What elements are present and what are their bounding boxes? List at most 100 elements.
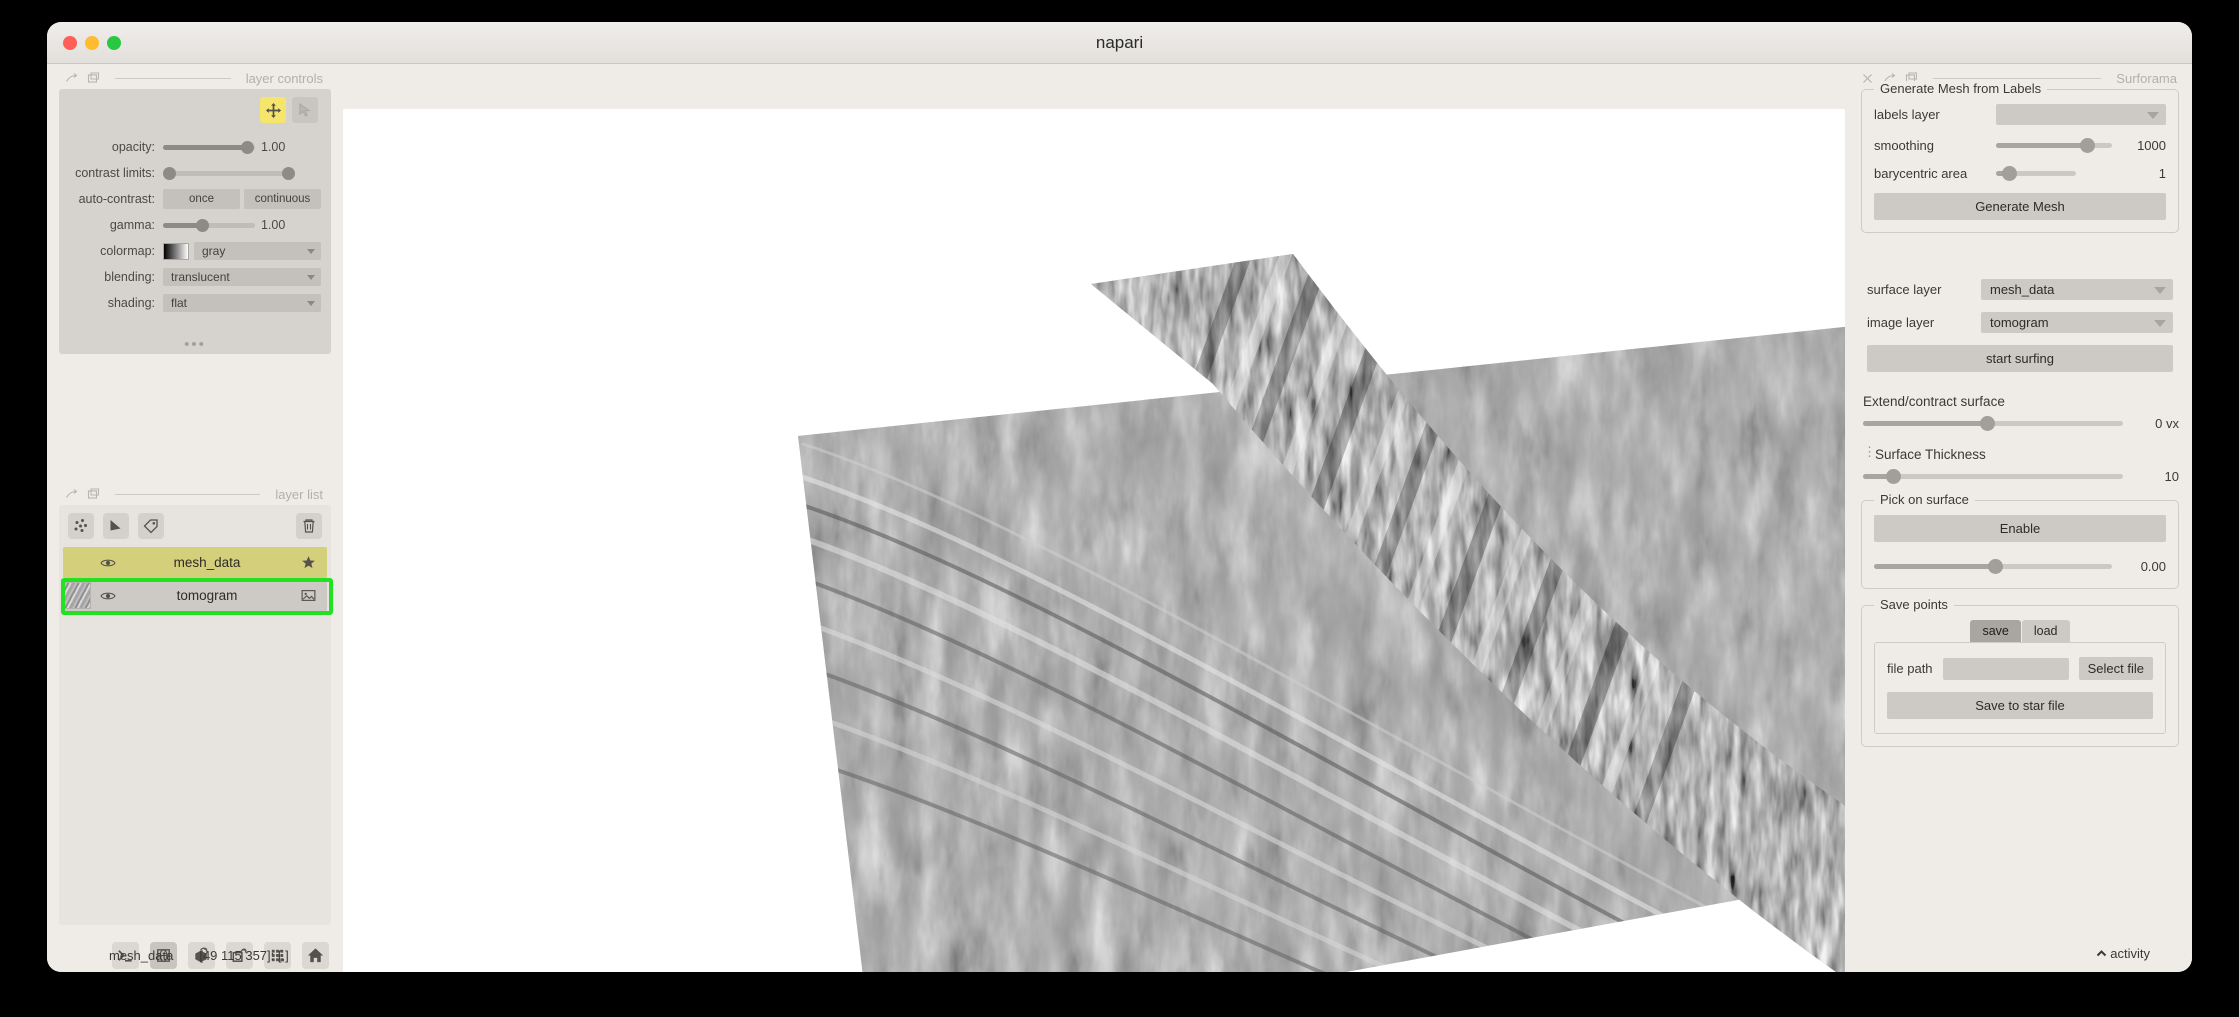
save-points-legend: Save points (1874, 597, 1954, 612)
start-surfing-button[interactable]: start surfing (1867, 345, 2173, 372)
right-dock: Surforama Generate Mesh from Labels labe… (1853, 67, 2189, 933)
colormap-combo[interactable]: gray (194, 242, 321, 260)
generate-mesh-button[interactable]: Generate Mesh (1874, 193, 2166, 220)
smoothing-slider[interactable] (1996, 137, 2112, 153)
chevron-down-icon (307, 301, 315, 306)
trash-icon (303, 519, 315, 533)
extend-contract-label: Extend/contract surface (1863, 394, 2005, 409)
layer-list-toolbar (59, 505, 331, 545)
dock-icon[interactable] (87, 72, 100, 85)
colormap-label: colormap: (100, 244, 155, 258)
extend-contract-slider[interactable] (1863, 415, 2123, 431)
chevron-down-icon (2154, 320, 2166, 327)
left-dock: layer controls opacity: 1.00 contrast li… (52, 67, 337, 969)
layer-list-panel: mesh_data tomogram (59, 505, 333, 925)
eye-icon (100, 559, 116, 566)
auto-contrast-continuous-button[interactable]: continuous (244, 189, 321, 209)
surface-thickness-label: Surface Thickness (1875, 447, 1986, 462)
save-tab-panel: file path Select file Save to star file (1874, 642, 2166, 734)
layer-controls-panel: opacity: 1.00 contrast limits: auto-cont… (59, 89, 331, 354)
activity-button[interactable]: activity (2095, 946, 2150, 961)
layer-mode-buttons (59, 97, 321, 123)
surface-layer-row: surface layer mesh_data (1867, 279, 2173, 300)
smoothing-value: 1000 (2137, 137, 2166, 153)
layer-row-mesh-data[interactable]: mesh_data (63, 547, 327, 578)
shading-value: flat (171, 296, 188, 310)
tab-load[interactable]: load (2021, 620, 2070, 642)
layer-list-header: layer list (59, 483, 331, 505)
pan-zoom-mode-button[interactable] (260, 97, 286, 123)
image-layer-combo[interactable]: tomogram (1981, 312, 2173, 333)
surface-layer-label: surface layer (1867, 282, 1942, 297)
header-divider (115, 77, 231, 79)
surface-thickness-row: 10 (1863, 468, 2179, 484)
blending-value: translucent (171, 270, 230, 284)
shading-label: shading: (107, 296, 155, 310)
save-points-group: Save points save load file path Select f… (1861, 597, 2179, 747)
gamma-label: gamma: (109, 218, 155, 232)
barycentric-area-row: barycentric area 1 (1874, 165, 2166, 181)
tab-save[interactable]: save (1970, 620, 2021, 642)
barycentric-area-value: 1 (2158, 165, 2166, 181)
barycentric-area-slider[interactable] (1996, 165, 2076, 181)
points-icon (74, 519, 87, 532)
new-surface-layer-button[interactable] (103, 513, 129, 539)
layer-row-tomogram[interactable]: tomogram (63, 580, 327, 611)
enable-picking-button[interactable]: Enable (1874, 515, 2166, 542)
viewer-canvas[interactable] (343, 109, 1845, 972)
blending-combo[interactable]: translucent (163, 268, 321, 286)
image-layer-value: tomogram (1990, 315, 2049, 330)
float-icon[interactable] (65, 72, 78, 85)
contrast-limits-label: contrast limits: (75, 166, 155, 180)
surface-thickness-slider[interactable] (1863, 468, 2123, 484)
status-layer-name: mesh_data (109, 947, 174, 963)
save-to-star-file-button[interactable]: Save to star file (1887, 692, 2153, 719)
surface-layer-combo[interactable]: mesh_data (1981, 279, 2173, 300)
save-load-tabs: save load (1874, 620, 2166, 642)
opacity-row: opacity: 1.00 (59, 139, 321, 155)
colormap-value: gray (202, 244, 226, 258)
colormap-row: colormap: gray (59, 242, 321, 260)
extend-contract-value: 0 vx (2155, 415, 2179, 431)
chevron-up-icon (2097, 950, 2107, 957)
labels-layer-combo[interactable] (1996, 104, 2166, 125)
header-divider (115, 493, 261, 495)
layer-name-label: mesh_data (173, 555, 241, 570)
file-path-input[interactable] (1942, 657, 2069, 680)
auto-contrast-once-button[interactable]: once (163, 189, 240, 209)
dock-icon[interactable] (87, 488, 100, 501)
gamma-row: gamma: 1.00 (59, 217, 321, 233)
layer-visibility-toggle[interactable] (97, 588, 119, 604)
select-file-button[interactable]: Select file (2078, 657, 2153, 680)
layer-name-label: tomogram (176, 588, 238, 603)
close-icon[interactable] (1861, 72, 1874, 85)
pick-on-surface-legend: Pick on surface (1874, 492, 1975, 507)
activity-label: activity (2110, 946, 2150, 961)
panel-resize-handle[interactable]: ••• (59, 337, 331, 352)
smoothing-label: smoothing (1874, 137, 1934, 153)
contrast-limits-slider[interactable] (163, 166, 295, 180)
pick-value-slider[interactable] (1874, 558, 2112, 574)
delete-layer-button[interactable] (296, 513, 322, 539)
opacity-slider[interactable] (163, 140, 255, 154)
chevron-down-icon (307, 275, 315, 280)
tomogram-surface-render (798, 254, 1845, 972)
contrast-limits-row: contrast limits: (59, 165, 321, 181)
status-coordinates: [49 115 357]: [,] (199, 947, 289, 963)
image-layer-row: image layer tomogram (1867, 312, 2173, 333)
layer-controls-title: layer controls (245, 70, 323, 86)
new-points-layer-button[interactable] (68, 513, 94, 539)
float-icon[interactable] (65, 488, 78, 501)
auto-contrast-row: auto-contrast: once continuous (59, 189, 321, 209)
shading-combo[interactable]: flat (163, 294, 321, 312)
pick-on-surface-group: Pick on surface Enable 0.00 (1861, 492, 2179, 589)
surface-layer-value: mesh_data (1990, 282, 2055, 297)
layer-list-title: layer list (275, 486, 323, 502)
drag-grip-icon[interactable]: ⋮ (1863, 445, 1876, 458)
layer-visibility-toggle[interactable] (97, 555, 119, 571)
gamma-slider[interactable] (163, 218, 255, 232)
transform-mode-button[interactable] (292, 97, 318, 123)
star-icon (295, 555, 321, 570)
new-labels-layer-button[interactable] (138, 513, 164, 539)
layer-thumbnail (64, 582, 91, 609)
